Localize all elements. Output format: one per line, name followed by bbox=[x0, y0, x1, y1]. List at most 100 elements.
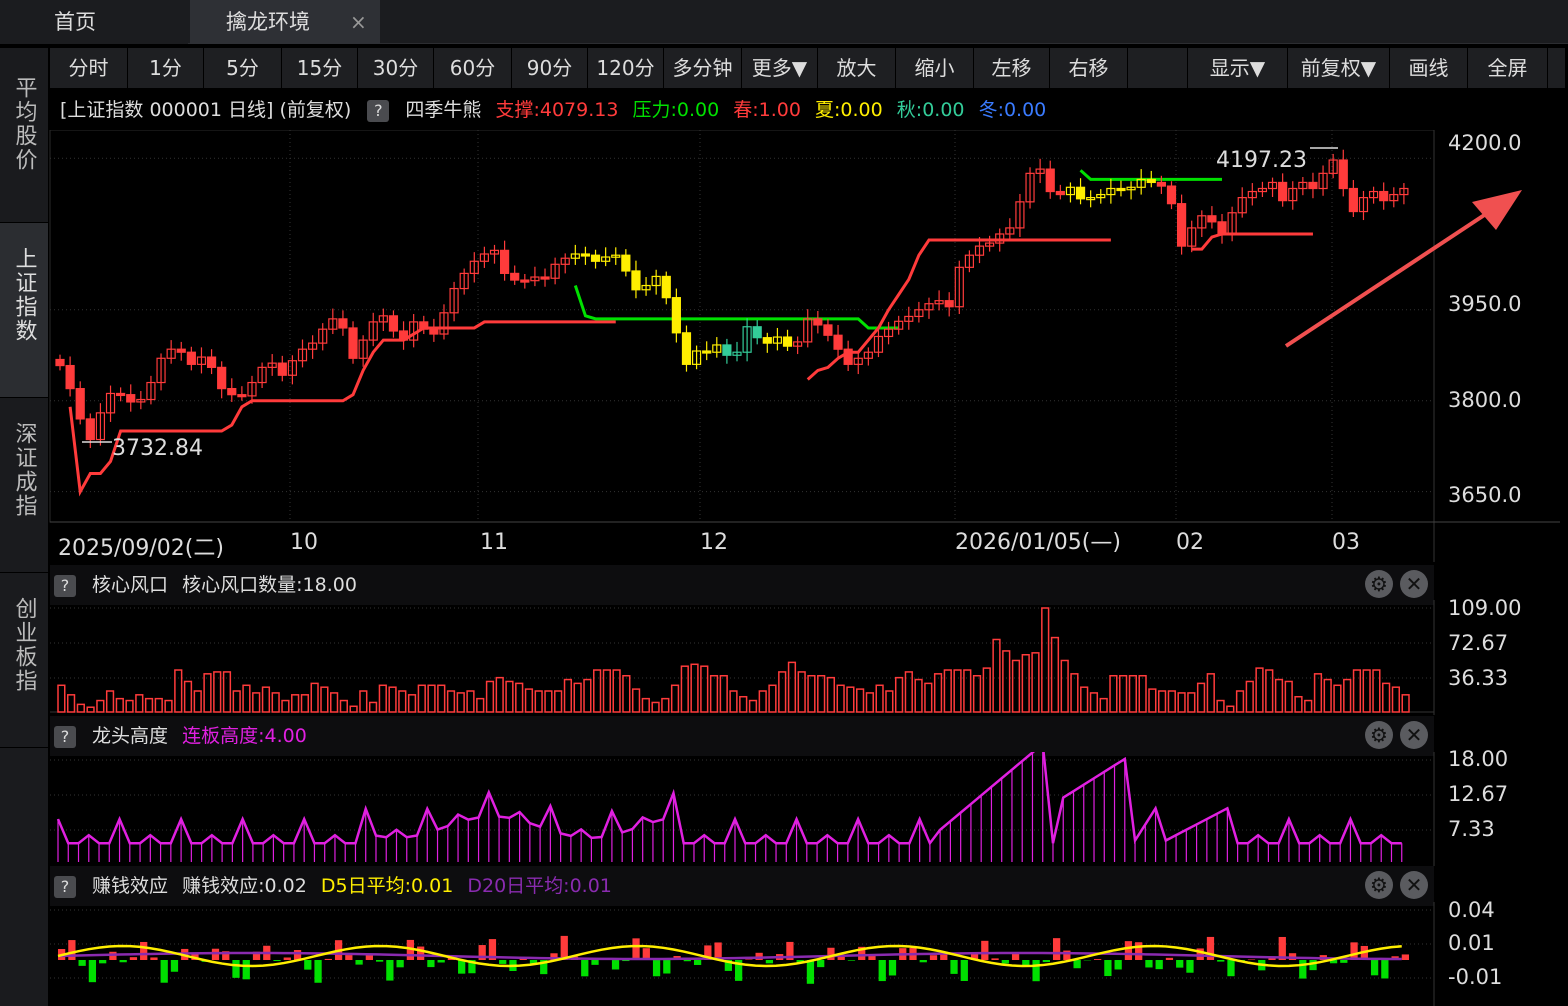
candle-body bbox=[126, 394, 136, 403]
help-icon[interactable]: ? bbox=[54, 875, 76, 898]
core-wind-bar bbox=[651, 701, 660, 713]
candle-body bbox=[1156, 181, 1166, 187]
money-effect-bar bbox=[981, 940, 989, 960]
tab-home[interactable]: 首页 bbox=[0, 0, 188, 44]
fullscreen-button[interactable]: 全屏 bbox=[1468, 48, 1548, 88]
timeshare-button[interactable]: 分时 bbox=[50, 48, 128, 88]
core-wind-bar bbox=[573, 682, 582, 713]
1min-button[interactable]: 1分 bbox=[128, 48, 204, 88]
core-wind-bar bbox=[368, 701, 378, 713]
money-effect-bar bbox=[324, 958, 332, 960]
core-wind-bar bbox=[826, 676, 836, 713]
candle-body bbox=[681, 332, 692, 365]
help-icon[interactable]: ? bbox=[367, 99, 390, 122]
candle-body bbox=[813, 318, 823, 326]
gear-icon[interactable]: ⚙ bbox=[1365, 871, 1393, 899]
core-wind-bar bbox=[339, 699, 348, 713]
money-effect-bar bbox=[427, 960, 435, 968]
core-wind-bar bbox=[739, 695, 748, 713]
adjust-dropdown[interactable]: 前复权▼ bbox=[1288, 48, 1390, 88]
candle-body bbox=[782, 336, 793, 347]
draw-line-button[interactable]: 画线 bbox=[1390, 48, 1468, 88]
candle-body bbox=[631, 270, 641, 291]
core-wind-bar bbox=[972, 674, 982, 713]
candle-body bbox=[237, 394, 247, 398]
money-effect-bar bbox=[1104, 960, 1112, 977]
120min-button[interactable]: 120分 bbox=[588, 48, 664, 88]
zoom-in-button[interactable]: 放大 bbox=[818, 48, 896, 88]
core-wind-bar bbox=[1372, 669, 1381, 713]
panel-money-effect-header: ? 赚钱效应 赚钱效应:0.02 D5日平均:0.01 D20日平均:0.01 bbox=[50, 866, 1434, 906]
close-icon[interactable]: ✕ bbox=[1400, 721, 1428, 749]
candle-body bbox=[1176, 203, 1187, 247]
core-wind-bar bbox=[164, 699, 173, 713]
y-tick: 7.33 bbox=[1448, 817, 1495, 841]
30min-button[interactable]: 30分 bbox=[358, 48, 434, 88]
gear-icon[interactable]: ⚙ bbox=[1365, 570, 1393, 598]
core-wind-bar bbox=[563, 678, 573, 713]
support-value: 支撑:4079.13 bbox=[495, 99, 619, 121]
more-dropdown[interactable]: 更多▼ bbox=[742, 48, 818, 88]
close-icon[interactable]: ✕ bbox=[1400, 570, 1428, 598]
money-effect-bar bbox=[1145, 960, 1153, 968]
money-effect-bar bbox=[693, 960, 702, 965]
90min-button[interactable]: 90分 bbox=[512, 48, 588, 88]
core-wind-bar bbox=[359, 690, 368, 713]
gear-icon[interactable]: ⚙ bbox=[1365, 721, 1393, 749]
money-effect-bar bbox=[960, 960, 968, 981]
core-wind-bar bbox=[748, 699, 758, 713]
high-price-label: 4197.23 bbox=[1216, 148, 1307, 173]
core-wind-bar bbox=[417, 684, 426, 713]
core-wind-bar bbox=[1177, 692, 1186, 713]
multi-minute-button[interactable]: 多分钟 bbox=[664, 48, 742, 88]
core-wind-bar bbox=[154, 697, 163, 713]
core-wind-bar bbox=[1060, 659, 1069, 713]
core-wind-bar bbox=[1343, 678, 1352, 713]
close-icon[interactable]: ✕ bbox=[1400, 871, 1428, 899]
core-wind-bar bbox=[183, 680, 193, 713]
dragon-height-line bbox=[56, 752, 1402, 846]
15min-button[interactable]: 15分 bbox=[282, 48, 358, 88]
core-wind-bar bbox=[787, 661, 797, 713]
move-right-button[interactable]: 右移 bbox=[1050, 48, 1128, 88]
core-wind-bar bbox=[602, 669, 611, 713]
help-icon[interactable]: ? bbox=[54, 574, 76, 597]
core-wind-bar bbox=[534, 690, 543, 713]
core-wind-bar bbox=[768, 684, 777, 713]
toolbar-spacer bbox=[1128, 48, 1188, 88]
panel-value: 核心风口数量:18.00 bbox=[182, 574, 357, 596]
money-effect-bar bbox=[919, 960, 927, 963]
money-effect-bar bbox=[827, 947, 835, 960]
core-wind-bar bbox=[631, 688, 641, 713]
core-wind-bar bbox=[1187, 692, 1196, 713]
core-wind-bar bbox=[982, 667, 991, 713]
move-left-button[interactable]: 左移 bbox=[974, 48, 1050, 88]
display-dropdown[interactable]: 显示▼ bbox=[1188, 48, 1288, 88]
money-effect-bar bbox=[1381, 960, 1389, 979]
core-wind-bar bbox=[252, 692, 261, 713]
close-icon[interactable]: × bbox=[350, 0, 367, 44]
money-effect-bar bbox=[765, 960, 774, 964]
y-tick: 4200.0 bbox=[1448, 131, 1522, 155]
candle-body bbox=[823, 324, 833, 336]
money-effect-bar bbox=[1155, 960, 1163, 970]
60min-button[interactable]: 60分 bbox=[434, 48, 512, 88]
money-effect-bar bbox=[1165, 957, 1174, 960]
core-wind-bar bbox=[329, 692, 339, 713]
core-wind-bar bbox=[242, 684, 251, 713]
help-icon[interactable]: ? bbox=[54, 725, 76, 748]
core-wind-bar bbox=[641, 697, 650, 713]
core-wind-bar bbox=[690, 663, 699, 713]
money-effect-bar bbox=[991, 958, 999, 960]
core-wind-bar bbox=[963, 669, 972, 713]
5min-button[interactable]: 5分 bbox=[204, 48, 282, 88]
money-effect-chart bbox=[50, 902, 1435, 1006]
spring-value: 春:1.00 bbox=[733, 99, 801, 121]
core-wind-bar bbox=[1323, 678, 1332, 713]
core-wind-bar bbox=[174, 669, 183, 713]
candle-body bbox=[944, 300, 954, 308]
candle-body bbox=[217, 366, 227, 390]
core-wind-bar bbox=[144, 697, 154, 713]
core-wind-bar bbox=[1050, 636, 1060, 713]
zoom-out-button[interactable]: 缩小 bbox=[896, 48, 974, 88]
